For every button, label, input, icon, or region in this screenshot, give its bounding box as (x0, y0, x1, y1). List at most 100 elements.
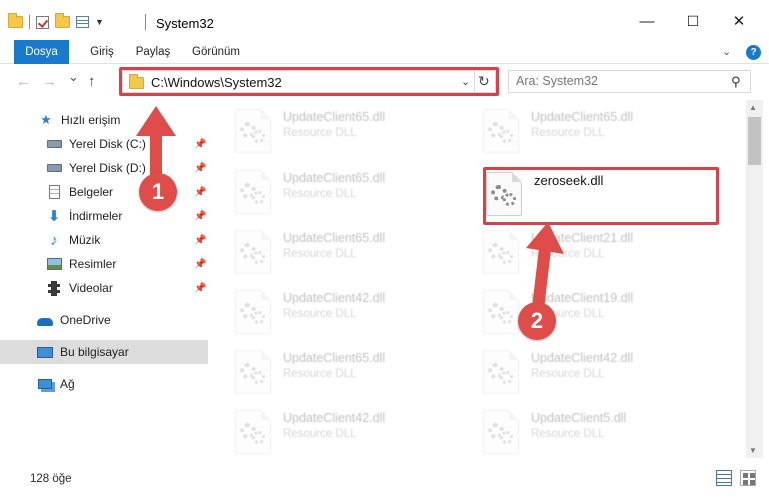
file-name: UpdateClient65.dll (283, 171, 386, 185)
sidebar-item-label: Ağ (60, 377, 75, 391)
item-count: 128 öğe (30, 473, 72, 485)
sidebar-item-label: Belgeler (69, 185, 114, 199)
maximize-button[interactable]: ☐ (678, 10, 708, 32)
sidebar-item-music[interactable]: ♪ Müzik 📌 (0, 228, 208, 252)
list-item[interactable]: UpdateClient19.dll Resource DLL (483, 286, 713, 338)
file-name: UpdateClient65.dll (283, 351, 386, 365)
search-icon[interactable]: ⚲ (731, 74, 741, 90)
sidebar-item-this-pc[interactable]: Bu bilgisayar (0, 340, 208, 364)
forward-button[interactable]: → (42, 73, 57, 90)
quick-access-toolbar: ▼ (8, 13, 104, 29)
drive-icon (46, 136, 62, 152)
new-folder-icon[interactable] (55, 13, 70, 28)
drive-icon (46, 160, 62, 176)
dll-file-icon (235, 410, 271, 454)
pin-icon[interactable]: 📌 (194, 259, 206, 270)
tab-view[interactable]: Görünüm (189, 40, 243, 64)
scroll-down-icon[interactable]: ▼ (749, 446, 757, 455)
sidebar-item-local-disk-c[interactable]: Yerel Disk (C:) 📌 (0, 132, 208, 156)
music-icon: ♪ (50, 231, 58, 249)
up-button[interactable]: ↑ (88, 73, 96, 90)
file-name: UpdateClient42.dll (283, 291, 386, 305)
dll-file-icon (483, 350, 519, 394)
file-type: Resource DLL (531, 248, 605, 260)
file-name: UpdateClient42.dll (531, 351, 634, 365)
search-box[interactable]: ⚲ (508, 70, 751, 93)
callout-1: 1 (139, 173, 177, 211)
details-view-icon[interactable] (716, 470, 732, 486)
zeroseek-annotation-box (483, 167, 719, 225)
file-type: Resource DLL (531, 127, 605, 139)
list-item[interactable]: UpdateClient42.dll Resource DLL (235, 286, 465, 338)
recent-locations-chevron-down-icon[interactable]: ⌄ (68, 69, 79, 85)
help-icon[interactable]: ? (746, 45, 761, 60)
file-name: UpdateClient65.dll (531, 110, 634, 124)
pictures-icon (46, 256, 62, 272)
tab-home[interactable]: Giriş (84, 40, 120, 64)
sidebar-item-label: Bu bilgisayar (60, 345, 129, 359)
computer-icon (37, 344, 53, 360)
sidebar-item-label: Yerel Disk (D:) (69, 161, 146, 175)
pin-icon[interactable]: 📌 (194, 283, 206, 294)
list-item[interactable]: UpdateClient65.dll Resource DLL (235, 226, 465, 278)
properties-check-icon[interactable] (36, 15, 49, 29)
pin-icon[interactable]: 📌 (194, 187, 206, 198)
close-button[interactable]: ✕ (724, 10, 754, 32)
sidebar-item-label: Hızlı erişim (61, 113, 121, 127)
list-item[interactable]: UpdateClient42.dll Resource DLL (235, 406, 465, 458)
sidebar-item-label: Müzik (69, 233, 101, 247)
sidebar-item-downloads[interactable]: ⬇ İndirmeler 📌 (0, 204, 208, 228)
dll-file-icon (235, 350, 271, 394)
sidebar-item-local-disk-d[interactable]: Yerel Disk (D:) 📌 (0, 156, 208, 180)
pin-icon[interactable]: 📌 (194, 139, 206, 150)
list-item[interactable]: UpdateClient65.dll Resource DLL (235, 105, 465, 157)
search-input[interactable] (516, 74, 716, 88)
file-list: UpdateClient65.dll Resource DLL UpdateCl… (213, 100, 746, 458)
download-icon: ⬇ (47, 208, 61, 225)
dll-file-icon (235, 170, 271, 214)
file-type: Resource DLL (283, 248, 357, 260)
sidebar-item-label: Videolar (69, 281, 113, 295)
properties-icon[interactable] (76, 16, 89, 28)
divider (145, 14, 146, 30)
vertical-scrollbar[interactable]: ▲ ▼ (746, 100, 763, 458)
file-type: Resource DLL (283, 428, 357, 440)
file-type: Resource DLL (531, 368, 605, 380)
list-item[interactable]: UpdateClient65.dll Resource DLL (235, 346, 465, 398)
file-name: UpdateClient65.dll (283, 231, 386, 245)
list-item[interactable]: UpdateClient42.dll Resource DLL (483, 346, 713, 398)
list-item[interactable]: UpdateClient21.dll Resource DLL (483, 226, 713, 278)
sidebar-item-quick-access[interactable]: ★ Hızlı erişim (0, 108, 208, 132)
folder-icon (8, 13, 23, 28)
scroll-up-icon[interactable]: ▲ (749, 103, 757, 112)
minimize-button[interactable]: — (632, 10, 662, 32)
list-item[interactable]: UpdateClient65.dll Resource DLL (235, 166, 465, 218)
file-type: Resource DLL (283, 368, 357, 380)
callout-2: 2 (518, 302, 556, 340)
window-title: System32 (156, 16, 214, 31)
pin-icon[interactable]: 📌 (194, 163, 206, 174)
pin-icon[interactable]: 📌 (194, 211, 206, 222)
sidebar-item-videos[interactable]: Videolar 📌 (0, 276, 208, 300)
back-button[interactable]: ← (16, 73, 31, 90)
customize-toolbar-chevron-down-icon[interactable]: ▼ (95, 17, 104, 27)
list-item[interactable]: UpdateClient65.dll Resource DLL (483, 105, 713, 157)
tab-share[interactable]: Paylaş (133, 40, 173, 64)
sidebar-item-network[interactable]: Ağ (0, 372, 208, 396)
file-name: UpdateClient21.dll (531, 231, 634, 245)
file-type: Resource DLL (283, 127, 357, 139)
sidebar-item-pictures[interactable]: Resimler 📌 (0, 252, 208, 276)
cloud-icon (37, 312, 53, 328)
sidebar-item-label: İndirmeler (69, 209, 123, 223)
status-bar: 128 öğe (0, 462, 769, 504)
scroll-thumb[interactable] (748, 117, 761, 165)
expand-ribbon-chevron-down-icon[interactable]: ⌄ (722, 45, 731, 58)
list-item[interactable]: UpdateClient5.dll Resource DLL (483, 406, 713, 458)
file-type: Resource DLL (283, 188, 357, 200)
dll-file-icon (483, 290, 519, 334)
pin-icon[interactable]: 📌 (194, 235, 206, 246)
address-bar-annotation-box (119, 67, 499, 96)
file-type: Resource DLL (531, 428, 605, 440)
sidebar-item-onedrive[interactable]: OneDrive (0, 308, 208, 332)
large-icons-view-icon[interactable] (740, 470, 756, 486)
